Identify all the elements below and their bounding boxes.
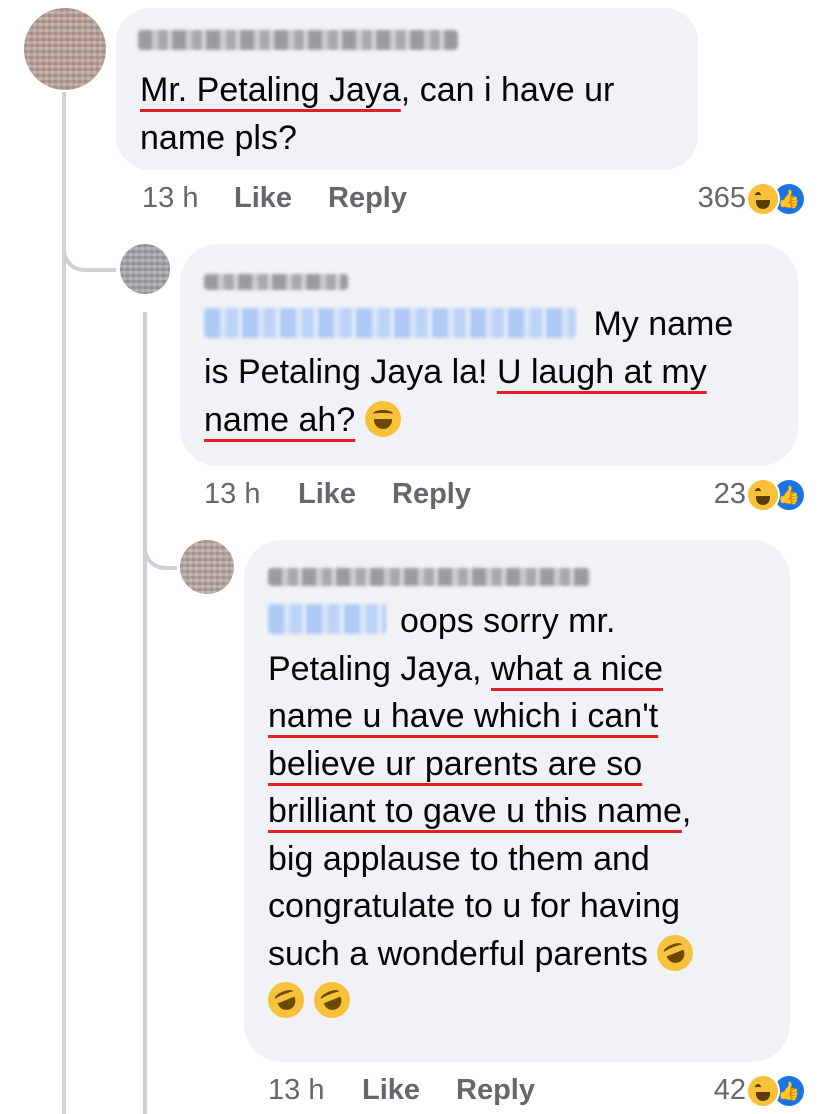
comment-actions: 13 h Like Reply	[268, 1074, 568, 1110]
thread-connector-reply-1	[62, 180, 116, 272]
like-button[interactable]: Like	[234, 182, 292, 215]
comment-actions: 13 h Like Reply	[204, 478, 504, 514]
reply-button[interactable]: Reply	[328, 182, 407, 215]
haha-icon	[746, 1074, 780, 1108]
comment-bubble: My name is Petaling Jaya la! U laugh at …	[180, 244, 798, 466]
reply-button[interactable]: Reply	[392, 478, 471, 511]
reaction-summary[interactable]: 365 👍	[620, 182, 808, 222]
timestamp[interactable]: 13 h	[142, 182, 198, 215]
rolling-laughing-emoji	[308, 976, 356, 1024]
comment-text: Mr. Petaling Jaya, can i have ur name pl…	[140, 71, 615, 157]
reaction-summary[interactable]: 42 👍	[620, 1074, 808, 1114]
haha-icon	[746, 182, 780, 216]
like-button[interactable]: Like	[362, 1074, 420, 1107]
reaction-count: 42	[713, 1074, 746, 1106]
laughing-tears-emoji	[364, 401, 401, 437]
comment-text: oops sorry mr. Petaling Jaya, what a nic…	[262, 598, 699, 1026]
commenter-name-blurred[interactable]	[204, 274, 348, 290]
timestamp[interactable]: 13 h	[204, 478, 260, 511]
reply-button[interactable]: Reply	[456, 1074, 535, 1107]
comment-actions: 13 h Like Reply	[142, 182, 442, 218]
commenter-name-blurred[interactable]	[268, 568, 590, 586]
like-button[interactable]: Like	[298, 478, 356, 511]
reaction-summary[interactable]: 23 👍	[620, 478, 808, 518]
comment-bubble: oops sorry mr. Petaling Jaya, what a nic…	[244, 540, 790, 1062]
avatar[interactable]	[180, 540, 234, 594]
reaction-count: 365	[697, 182, 746, 214]
rolling-laughing-emoji	[651, 929, 699, 976]
rolling-laughing-emoji	[262, 976, 310, 1024]
commenter-name-blurred[interactable]	[138, 30, 458, 50]
reaction-count: 23	[713, 478, 746, 510]
avatar[interactable]	[120, 244, 170, 294]
avatar[interactable]	[24, 8, 106, 90]
comment-bubble: Mr. Petaling Jaya, can i have ur name pl…	[116, 8, 698, 170]
haha-icon	[746, 478, 780, 512]
comment-text: My name is Petaling Jaya la! U laugh at …	[204, 305, 734, 439]
thread-connector-reply-2	[143, 510, 177, 570]
timestamp[interactable]: 13 h	[268, 1074, 324, 1107]
thread-line-reply	[143, 312, 147, 1114]
